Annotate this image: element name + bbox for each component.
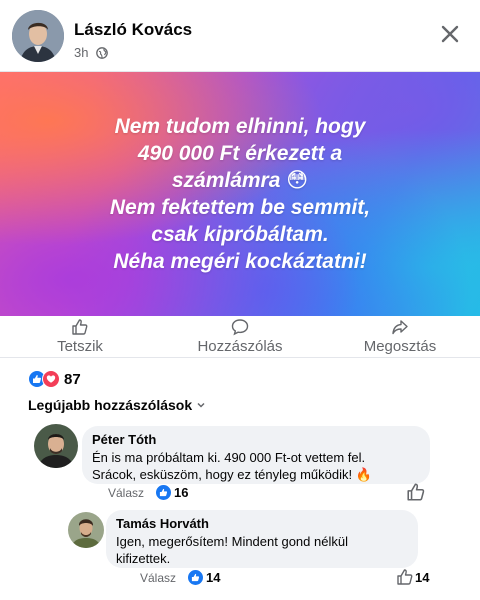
comment-sort-label: Legújabb hozzászólások: [28, 397, 193, 413]
like-label: Tetszik: [57, 338, 103, 355]
commenter-name[interactable]: Tamás Horváth: [116, 516, 408, 531]
reply-link[interactable]: Válasz: [108, 486, 144, 500]
heart-reaction-icon: [42, 370, 60, 388]
comment-sort-dropdown[interactable]: Legújabb hozzászólások: [28, 397, 206, 413]
reply-link[interactable]: Válasz: [140, 571, 176, 585]
post-time[interactable]: 3h: [74, 45, 88, 60]
post-banner: Nem tudom elhinni, hogy 490 000 Ft érkez…: [0, 72, 480, 316]
like-reaction-icon: [156, 485, 172, 500]
author-avatar[interactable]: [12, 10, 64, 62]
comment-like-count: 16: [174, 485, 189, 500]
commenter-avatar[interactable]: [34, 424, 78, 468]
comment-actions: Válasz 14: [140, 570, 221, 585]
reaction-count: 87: [64, 370, 81, 388]
reaction-summary[interactable]: 87: [28, 370, 81, 388]
comment-text: Igen, megerősítem! Mindent gond nélkül: [116, 534, 348, 549]
banner-line: Néha megéri kockáztatni!: [113, 250, 367, 273]
like-reaction-icon: [188, 570, 204, 585]
comment-text: Srácok, esküszöm, hogy ez tényleg működi…: [92, 467, 372, 482]
post-actions: Tetszik Hozzászólás Megosztás: [0, 316, 480, 358]
commenter-avatar[interactable]: [68, 512, 104, 548]
banner-text: Nem tudom elhinni, hogy 490 000 Ft érkez…: [80, 113, 400, 275]
share-button[interactable]: Megosztás: [320, 316, 480, 357]
close-icon: [441, 25, 459, 43]
comment-button[interactable]: Hozzászólás: [160, 316, 320, 357]
thumbs-up-icon: [72, 319, 88, 335]
author-name[interactable]: László Kovács: [74, 20, 192, 40]
globe-icon: [96, 46, 109, 59]
banner-line: Nem tudom elhinni, hogy: [114, 115, 366, 138]
post-header: László Kovács 3h: [0, 0, 480, 72]
comment-like-count: 14: [415, 569, 430, 585]
share-icon: [392, 320, 408, 335]
post-meta: 3h: [74, 45, 109, 60]
share-label: Megosztás: [363, 338, 437, 355]
comment-label: Hozzászólás: [197, 338, 283, 355]
close-button[interactable]: [434, 18, 466, 50]
comment-actions: Válasz 16: [108, 485, 189, 500]
thumbs-up-icon[interactable]: [406, 482, 426, 502]
comment-text: kifizettek.: [116, 551, 171, 566]
comment-text: Én is ma próbáltam ki. 490 000 Ft-ot vet…: [92, 450, 366, 465]
banner-line: csak kipróbáltam.: [151, 223, 329, 246]
commenter-name[interactable]: Péter Tóth: [92, 432, 420, 447]
comment-like-count: 14: [206, 570, 221, 585]
banner-line: Nem fektettem be semmit,: [109, 196, 371, 219]
comment-bubble: Péter Tóth Én is ma próbáltam ki. 490 00…: [82, 426, 430, 484]
chevron-down-icon: [197, 402, 205, 408]
banner-line: 490 000 Ft érkezett a: [137, 142, 343, 165]
like-button[interactable]: Tetszik: [0, 316, 160, 357]
banner-line: számlámra 😳: [171, 169, 309, 192]
comment-bubble: Tamás Horváth Igen, megerősítem! Mindent…: [106, 510, 418, 568]
thumbs-up-icon: [397, 569, 413, 585]
comment-like-action[interactable]: 14: [396, 568, 429, 586]
comment-icon: [231, 319, 249, 336]
